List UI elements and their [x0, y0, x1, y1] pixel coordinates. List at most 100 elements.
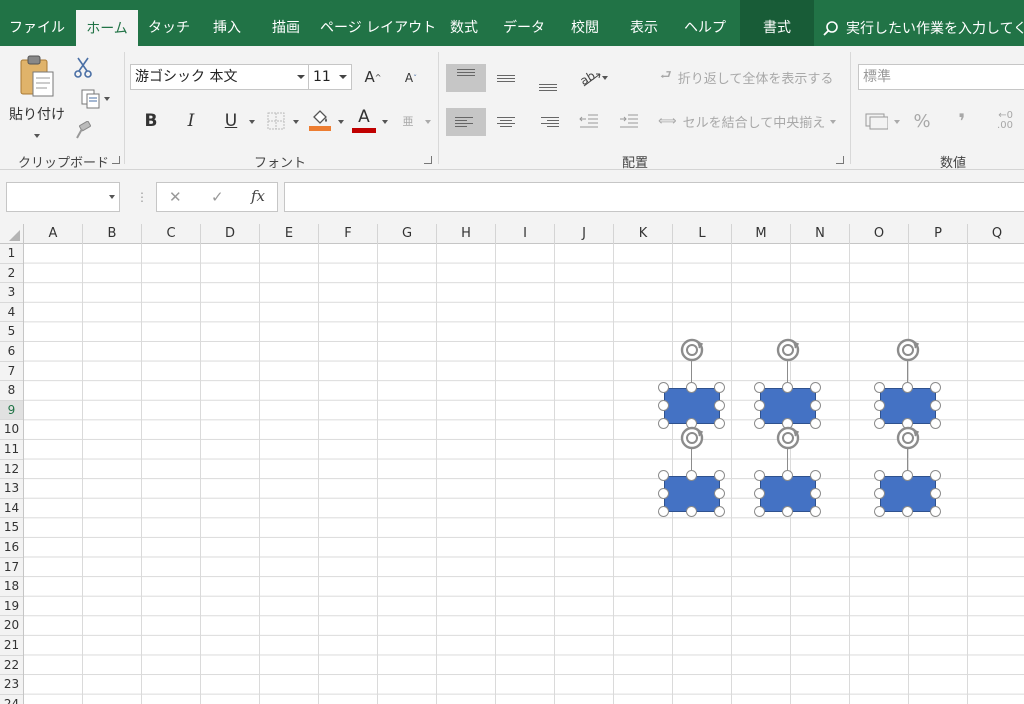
column-header[interactable]: P — [909, 224, 968, 244]
row-header[interactable]: 13 — [0, 479, 23, 499]
resize-handle[interactable] — [754, 506, 765, 517]
cut-button[interactable] — [70, 54, 96, 80]
row-header[interactable]: 8 — [0, 381, 23, 401]
resize-handle[interactable] — [714, 488, 725, 499]
column-header[interactable]: B — [83, 224, 142, 244]
fill-color-dropdown-arrow[interactable] — [338, 120, 344, 124]
tab-view[interactable]: 表示 — [620, 0, 668, 46]
font-dialog-launcher[interactable] — [424, 156, 432, 164]
resize-handle[interactable] — [930, 470, 941, 481]
tab-draw[interactable]: 描画 — [262, 0, 310, 46]
tab-formulas[interactable]: 数式 — [440, 0, 488, 46]
resize-handle[interactable] — [782, 470, 793, 481]
borders-button[interactable] — [264, 108, 288, 134]
resize-handle[interactable] — [810, 488, 821, 499]
orientation-dropdown-arrow[interactable] — [602, 76, 608, 80]
column-header[interactable]: M — [732, 224, 791, 244]
formula-input[interactable] — [284, 182, 1024, 212]
rectangle-shape[interactable] — [658, 338, 726, 429]
tab-home[interactable]: ホーム — [76, 10, 138, 46]
rotate-handle-icon[interactable] — [678, 424, 706, 452]
column-header[interactable]: O — [850, 224, 909, 244]
rotate-handle-icon[interactable] — [678, 336, 706, 364]
resize-handle[interactable] — [754, 400, 765, 411]
column-header[interactable]: N — [791, 224, 850, 244]
merge-center-button[interactable]: ⟺ セルを結合して中央揃え — [658, 108, 825, 134]
resize-handle[interactable] — [902, 506, 913, 517]
column-header[interactable]: J — [555, 224, 614, 244]
italic-button[interactable]: I — [178, 108, 204, 134]
column-header[interactable]: F — [319, 224, 378, 244]
wrap-text-button[interactable]: ⮐ 折り返して全体を表示する — [660, 64, 836, 90]
rectangle-shape[interactable] — [754, 426, 822, 517]
resize-handle[interactable] — [714, 400, 725, 411]
row-header[interactable]: 21 — [0, 636, 23, 656]
row-header[interactable]: 2 — [0, 264, 23, 284]
rectangle-shape[interactable] — [874, 338, 942, 429]
row-header[interactable]: 10 — [0, 420, 23, 440]
resize-handle[interactable] — [874, 400, 885, 411]
percent-style-button[interactable]: % — [908, 108, 936, 134]
cancel-entry-icon[interactable]: ✕ — [169, 188, 182, 206]
phonetic-dropdown-arrow[interactable] — [425, 120, 431, 124]
increase-indent-button[interactable] — [616, 108, 642, 134]
tab-insert[interactable]: 挿入 — [204, 0, 250, 46]
rectangle-shape[interactable] — [658, 426, 726, 517]
row-header[interactable]: 18 — [0, 577, 23, 597]
resize-handle[interactable] — [658, 418, 669, 429]
row-header[interactable]: 19 — [0, 597, 23, 617]
font-name-combo[interactable]: 游ゴシック 本文 — [130, 64, 310, 90]
row-header[interactable]: 7 — [0, 362, 23, 382]
tab-file[interactable]: ファイル — [8, 0, 66, 46]
column-header[interactable]: I — [496, 224, 555, 244]
row-header[interactable]: 3 — [0, 283, 23, 303]
resize-handle[interactable] — [874, 488, 885, 499]
column-header[interactable]: C — [142, 224, 201, 244]
row-header[interactable]: 23 — [0, 675, 23, 695]
rectangle-shape[interactable] — [874, 426, 942, 517]
bottom-align-button[interactable] — [528, 68, 568, 96]
tab-format[interactable]: 書式 — [740, 0, 814, 46]
shrink-font-button[interactable]: Aˇ — [398, 66, 424, 90]
top-align-button[interactable] — [446, 64, 486, 92]
column-header[interactable]: H — [437, 224, 496, 244]
row-header[interactable]: 12 — [0, 460, 23, 480]
row-header[interactable]: 17 — [0, 558, 23, 578]
row-header[interactable]: 6 — [0, 342, 23, 362]
resize-handle[interactable] — [714, 418, 725, 429]
resize-handle[interactable] — [686, 470, 697, 481]
paste-button[interactable]: 貼り付け — [8, 54, 66, 148]
row-header[interactable]: 24 — [0, 695, 23, 704]
paste-dropdown-arrow[interactable] — [34, 134, 40, 138]
font-size-combo[interactable]: 11 — [308, 64, 352, 90]
resize-handle[interactable] — [930, 400, 941, 411]
confirm-entry-icon[interactable]: ✓ — [211, 188, 224, 206]
clipboard-dialog-launcher[interactable] — [112, 156, 120, 164]
resize-handle[interactable] — [930, 382, 941, 393]
resize-handle[interactable] — [658, 400, 669, 411]
row-header[interactable]: 14 — [0, 499, 23, 519]
name-box[interactable] — [6, 182, 120, 212]
underline-button[interactable]: U — [218, 108, 244, 134]
resize-handle[interactable] — [930, 488, 941, 499]
resize-handle[interactable] — [782, 382, 793, 393]
tab-data[interactable]: データ — [498, 0, 550, 46]
row-header[interactable]: 11 — [0, 440, 23, 460]
resize-handle[interactable] — [902, 470, 913, 481]
column-header[interactable]: L — [673, 224, 732, 244]
row-header[interactable]: 22 — [0, 656, 23, 676]
middle-align-button[interactable] — [486, 64, 526, 92]
borders-dropdown-arrow[interactable] — [293, 120, 299, 124]
resize-handle[interactable] — [810, 418, 821, 429]
formula-bar-grip-icon[interactable]: ⋮ — [136, 190, 148, 204]
underline-dropdown-arrow[interactable] — [249, 120, 255, 124]
resize-handle[interactable] — [714, 506, 725, 517]
resize-handle[interactable] — [686, 506, 697, 517]
align-center-button[interactable] — [486, 108, 526, 136]
tab-review[interactable]: 校閲 — [560, 0, 610, 46]
resize-handle[interactable] — [754, 382, 765, 393]
rectangle-shape[interactable] — [754, 338, 822, 429]
name-box-dropdown-arrow[interactable] — [109, 195, 115, 199]
resize-handle[interactable] — [874, 418, 885, 429]
copy-button[interactable] — [70, 86, 114, 112]
